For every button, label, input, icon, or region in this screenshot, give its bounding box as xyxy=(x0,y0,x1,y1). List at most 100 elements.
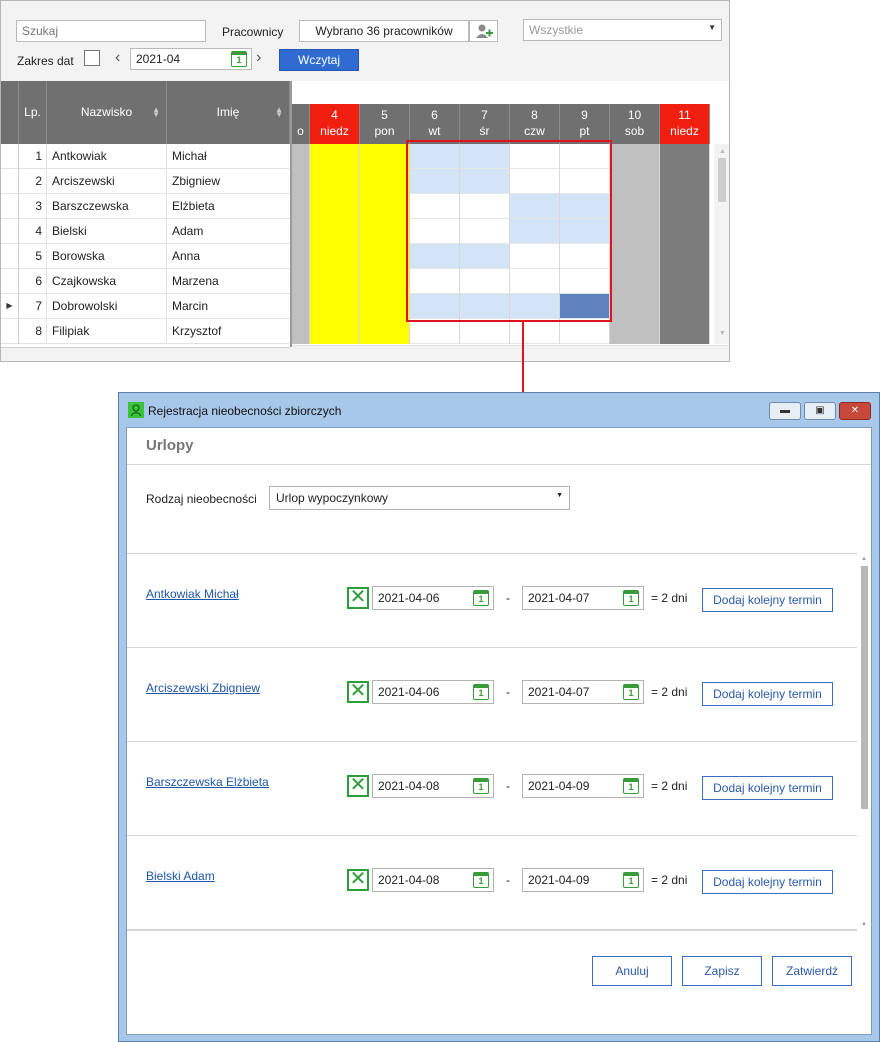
search-input[interactable] xyxy=(16,20,206,42)
add-term-button[interactable]: Dodaj kolejny termin xyxy=(702,870,833,894)
table-row[interactable]: 8 Filipiak Krzysztof xyxy=(1,319,290,344)
scroll-down-icon[interactable]: ▼ xyxy=(861,922,867,928)
scroll-up-icon[interactable]: ▲ xyxy=(719,148,726,155)
scroll-down-icon[interactable]: ▼ xyxy=(719,330,726,337)
day-header-weekday: czw xyxy=(524,124,545,138)
calendar-icon[interactable]: 1 xyxy=(623,778,639,794)
day-header-weekday: niedz xyxy=(320,124,349,138)
close-button[interactable]: ✕ xyxy=(839,402,871,420)
table-row[interactable]: 2 Arciszewski Zbigniew xyxy=(1,169,290,194)
remove-icon[interactable]: ✕ xyxy=(347,587,369,609)
minimize-button[interactable]: ▬ xyxy=(769,402,801,420)
load-button[interactable]: Wczytaj xyxy=(279,49,359,71)
date-to-value: 2021-04-09 xyxy=(528,873,590,887)
absence-type-select[interactable]: Urlop wypoczynkowy ▼ xyxy=(269,486,570,510)
absence-entry: Bielski Adam ✕ 2021-04-08 1 - 2021-04-09 1 = 2 … xyxy=(127,836,857,930)
maximize-button[interactable]: ▣ xyxy=(804,402,836,420)
employee-link[interactable]: Arciszewski Zbigniew xyxy=(146,681,260,695)
date-to-input[interactable]: 2021-04-07 1 xyxy=(522,586,644,610)
date-from-input[interactable]: 2021-04-08 1 xyxy=(372,774,494,798)
date-to-input[interactable]: 2021-04-09 1 xyxy=(522,868,644,892)
table-row[interactable]: 5 Borowska Anna xyxy=(1,244,290,269)
table-row[interactable]: 3 Barszczewska Elżbieta xyxy=(1,194,290,219)
save-button[interactable]: Zapisz xyxy=(682,956,762,986)
month-input[interactable]: 2021-04 1 xyxy=(130,48,252,70)
row-surname: Borowska xyxy=(47,244,167,269)
calendar-icon[interactable]: 1 xyxy=(473,872,489,888)
table-row[interactable]: ▶ 7 Dobrowolski Marcin xyxy=(1,294,290,319)
sort-icon: ▲ ▼ xyxy=(275,105,283,119)
cancel-button[interactable]: Anuluj xyxy=(592,956,672,986)
table-row[interactable]: 6 Czajkowska Marzena xyxy=(1,269,290,294)
calendar-icon[interactable]: 1 xyxy=(231,51,247,67)
scroll-up-icon[interactable]: ▲ xyxy=(861,556,867,562)
dialog-titlebar: Rejestracja nieobecności zbiorczych ▬ ▣ … xyxy=(119,393,879,427)
day-header: 7 śr xyxy=(460,104,510,144)
choose-employees-button[interactable] xyxy=(469,20,498,42)
day-header-number: 6 xyxy=(431,108,438,122)
calendar-icon[interactable]: 1 xyxy=(623,872,639,888)
dialog-title: Rejestracja nieobecności zbiorczych xyxy=(148,404,342,418)
date-range-checkbox[interactable] xyxy=(84,50,100,66)
day-column xyxy=(660,144,710,344)
day-header-number: 4 xyxy=(331,108,338,122)
days-count: = 2 dni xyxy=(651,779,688,793)
day-column xyxy=(360,144,410,344)
footer-separator xyxy=(127,930,857,931)
calendar-icon[interactable]: 1 xyxy=(473,590,489,606)
left-scrollbar[interactable] xyxy=(1,347,290,361)
day-cell[interactable] xyxy=(410,319,459,344)
days-count: = 2 dni xyxy=(651,685,688,699)
calendar-icon[interactable]: 1 xyxy=(473,684,489,700)
day-header-number: 8 xyxy=(531,108,538,122)
remove-icon[interactable]: ✕ xyxy=(347,681,369,703)
add-term-button[interactable]: Dodaj kolejny termin xyxy=(702,588,833,612)
day-header-number: 10 xyxy=(627,108,642,122)
day-header-number: 11 xyxy=(678,108,691,122)
dialog-scrollbar[interactable]: ▲ ▼ xyxy=(858,554,871,934)
add-user-icon xyxy=(476,24,493,38)
date-to-input[interactable]: 2021-04-09 1 xyxy=(522,774,644,798)
day-header-number: 5 xyxy=(381,108,388,122)
employee-grid: Lp. Nazwisko ▲ ▼ Imię ▲ ▼ 1 Antkowiak Michał… xyxy=(1,81,290,361)
table-row[interactable]: 1 Antkowiak Michał xyxy=(1,144,290,169)
calendar-icon[interactable]: 1 xyxy=(473,778,489,794)
date-from-input[interactable]: 2021-04-06 1 xyxy=(372,680,494,704)
absence-entry: Arciszewski Zbigniew ✕ 2021-04-06 1-2021-04… xyxy=(127,648,857,742)
employee-link[interactable]: Bielski Adam xyxy=(146,869,215,883)
calendar-icon[interactable]: 1 xyxy=(623,590,639,606)
table-row[interactable]: 4 Bielski Adam xyxy=(1,219,290,244)
add-term-button[interactable]: Dodaj kolejny termin xyxy=(702,776,833,800)
dialog-scroll-thumb[interactable] xyxy=(861,566,868,809)
confirm-button[interactable]: Zatwierdź xyxy=(772,956,852,986)
date-from-input[interactable]: 2021-04-08 1 xyxy=(372,868,494,892)
day-header: 8 czw xyxy=(510,104,560,144)
employee-link[interactable]: Antkowiak Michał xyxy=(146,587,239,601)
remove-icon[interactable]: ✕ xyxy=(347,869,369,891)
remove-icon[interactable]: ✕ xyxy=(347,775,369,797)
prev-month-icon[interactable]: ‹ xyxy=(115,50,120,66)
vertical-scroll-thumb[interactable] xyxy=(718,158,726,202)
employee-link[interactable]: Barszczewska Elżbieta xyxy=(146,775,269,789)
next-month-icon[interactable]: › xyxy=(256,50,261,66)
day-cell[interactable] xyxy=(560,319,609,344)
vertical-scrollbar[interactable]: ▲ ▼ xyxy=(714,144,729,344)
column-header-name[interactable]: Imię ▲ ▼ xyxy=(167,81,290,144)
calendar-icon[interactable]: 1 xyxy=(623,684,639,700)
absence-entry: Barszczewska Elżbieta ✕ 2021-04-08 1-2021-0… xyxy=(127,742,857,836)
date-from-input[interactable]: 2021-04-06 1 xyxy=(372,586,494,610)
employees-selector[interactable]: Wybrano 36 pracowników xyxy=(299,20,469,42)
column-header-surname[interactable]: Nazwisko ▲ ▼ xyxy=(47,81,167,144)
day-header-partial: o xyxy=(292,104,310,144)
date-from-value: 2021-04-08 xyxy=(378,779,440,793)
day-column xyxy=(310,144,360,344)
app-icon xyxy=(128,402,144,418)
day-cell[interactable] xyxy=(460,319,509,344)
day-header: 5 pon xyxy=(360,104,410,144)
filter-select[interactable]: Wszystkie ▼ xyxy=(523,19,722,41)
header-separator xyxy=(127,464,871,465)
column-header-lp[interactable]: Lp. xyxy=(19,81,47,144)
add-term-button[interactable]: Dodaj kolejny termin xyxy=(702,682,833,706)
row-number: 3 xyxy=(19,194,47,219)
date-to-input[interactable]: 2021-04-07 1 xyxy=(522,680,644,704)
